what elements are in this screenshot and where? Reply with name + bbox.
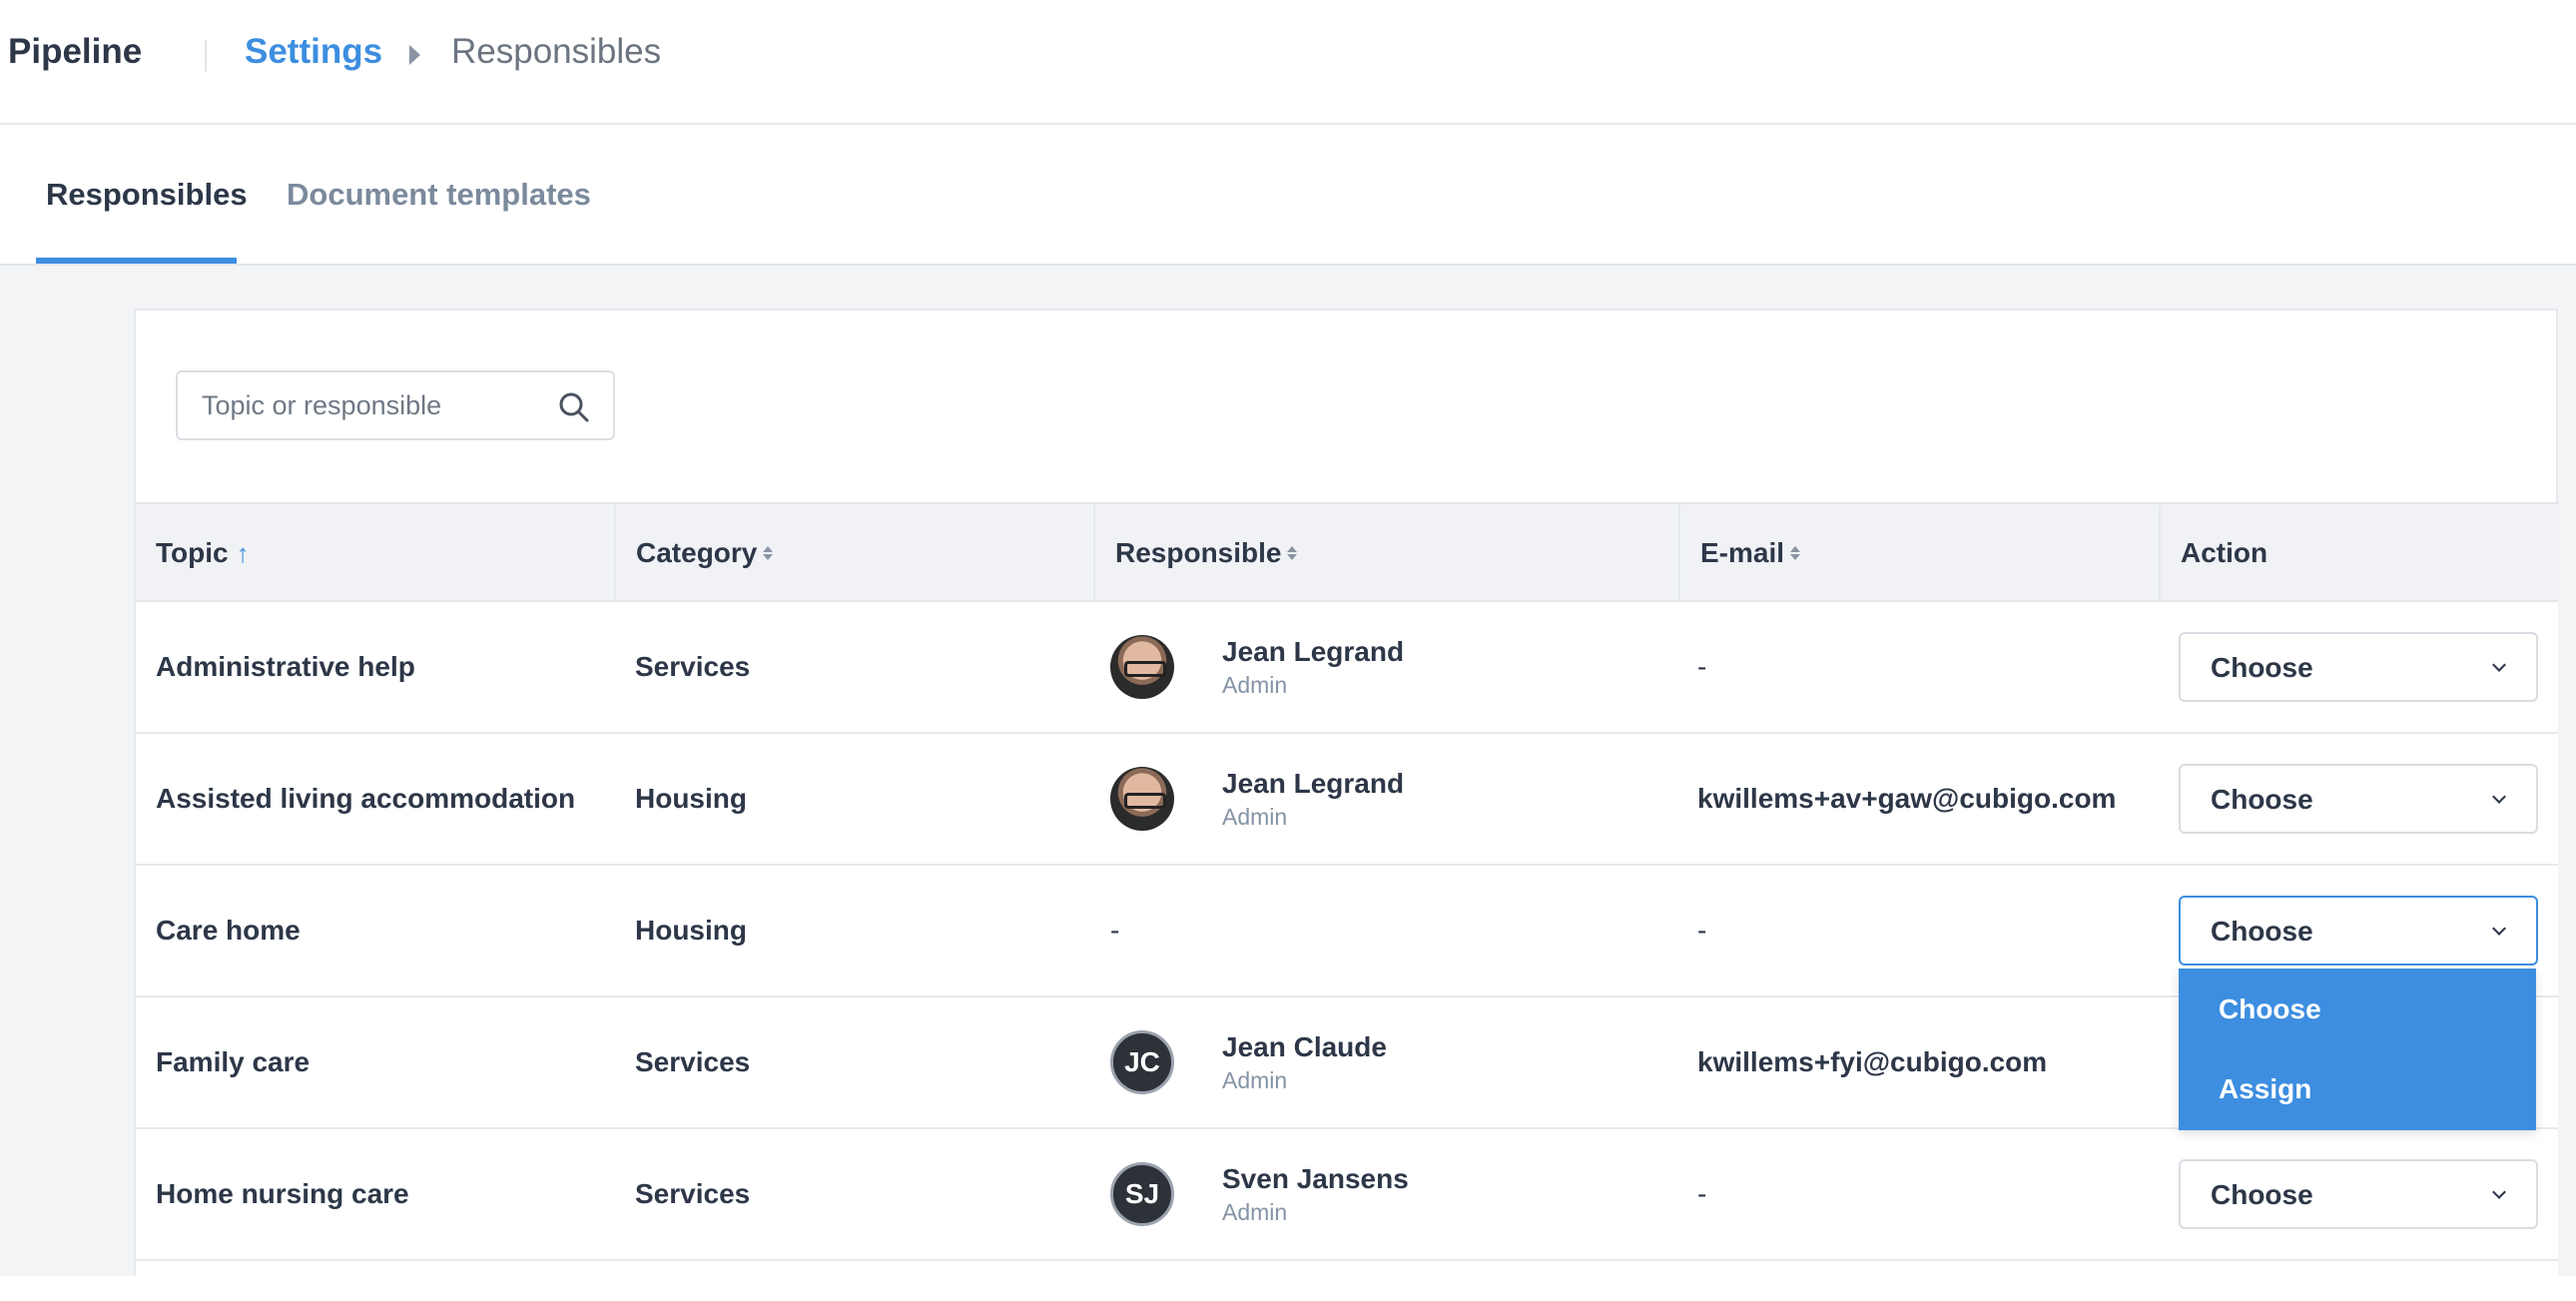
topic-cell: Home nursing care xyxy=(156,1178,409,1209)
email-cell: - xyxy=(1697,915,1707,946)
action-select[interactable]: Choose xyxy=(2179,632,2538,702)
dropdown-option-choose[interactable]: Choose xyxy=(2219,993,2321,1025)
avatar: SJ xyxy=(1110,1162,1174,1226)
column-header-email[interactable]: E-mail xyxy=(1680,504,2161,602)
action-select[interactable]: Choose xyxy=(2179,896,2538,966)
responsible-empty: - xyxy=(1110,915,1120,946)
chevron-down-icon xyxy=(2492,1185,2506,1199)
action-select-value: Choose xyxy=(2211,1179,2313,1210)
category-cell: Services xyxy=(635,1178,751,1209)
chevron-down-icon xyxy=(2492,658,2506,672)
action-cell: Choose xyxy=(2179,602,2538,732)
responsible-name: Jean Legrand xyxy=(1222,767,1405,799)
action-cell: Choose xyxy=(2179,1129,2538,1259)
chevron-down-icon xyxy=(2492,922,2506,936)
responsible-cell: JC Jean Claude Admin xyxy=(1110,997,1387,1127)
breadcrumb-current: Responsibles xyxy=(451,32,662,71)
email-cell: kwillems+av+gaw@cubigo.com xyxy=(1697,783,2117,814)
email-cell: - xyxy=(1697,651,1707,682)
tab-bar: Responsibles Document templates xyxy=(0,127,2576,266)
sort-icon xyxy=(1790,546,1801,560)
search-icon[interactable] xyxy=(557,390,591,424)
action-select-value: Choose xyxy=(2211,916,2313,947)
column-header-topic[interactable]: Topic ↑ xyxy=(136,504,616,602)
responsible-cell: Jean Legrand Admin xyxy=(1110,734,1404,864)
search-input[interactable] xyxy=(202,372,541,438)
responsible-cell: - xyxy=(1110,866,1119,995)
app-name: Pipeline xyxy=(8,32,143,71)
responsible-name: Jean Legrand xyxy=(1222,635,1405,667)
column-header-label: Topic xyxy=(156,537,229,568)
topic-cell: Administrative help xyxy=(156,651,415,682)
responsible-role: Admin xyxy=(1222,671,1288,698)
table-row: Administrative help Services Jean Legran… xyxy=(136,602,2558,734)
column-header-responsible[interactable]: Responsible xyxy=(1095,504,1680,602)
tab-document-templates[interactable]: Document templates xyxy=(287,177,591,213)
header-divider xyxy=(205,40,207,72)
avatar: JC xyxy=(1110,1030,1174,1094)
email-cell: - xyxy=(1697,1178,1707,1209)
sort-ascending-icon: ↑ xyxy=(236,537,250,568)
responsible-role: Admin xyxy=(1222,803,1288,830)
responsible-role: Admin xyxy=(1222,1066,1288,1093)
table-header: Topic ↑ Category Responsible E-mail Acti… xyxy=(136,502,2558,602)
responsible-name: Jean Claude xyxy=(1222,1030,1387,1062)
responsible-name: Sven Jansens xyxy=(1222,1162,1409,1194)
dropdown-option-assign[interactable]: Assign xyxy=(2219,1073,2311,1105)
category-cell: Services xyxy=(635,1046,751,1077)
responsibles-card: Topic ↑ Category Responsible E-mail Acti… xyxy=(134,309,2558,1301)
breadcrumb-settings-link[interactable]: Settings xyxy=(245,32,382,72)
table-row xyxy=(136,1261,2558,1301)
topic-cell: Care home xyxy=(156,915,301,946)
tab-responsibles[interactable]: Responsibles xyxy=(46,177,248,213)
column-header-label: Responsible xyxy=(1115,537,1282,568)
breadcrumb-caret-icon xyxy=(409,45,420,65)
topic-cell: Family care xyxy=(156,1046,311,1077)
action-select[interactable]: Choose xyxy=(2179,764,2538,834)
action-select-value: Choose xyxy=(2211,652,2313,683)
topic-cell: Assisted living accommodation xyxy=(156,783,576,814)
top-bar: Pipeline Settings Responsibles xyxy=(0,0,2576,125)
responsible-role: Admin xyxy=(1222,1198,1288,1225)
avatar xyxy=(1110,635,1174,699)
column-header-label: E-mail xyxy=(1700,537,1785,568)
column-header-label: Category xyxy=(636,537,758,568)
responsible-cell: SJ Sven Jansens Admin xyxy=(1110,1129,1409,1259)
responsible-cell: Jean Legrand Admin xyxy=(1110,602,1404,732)
search-box xyxy=(176,370,615,440)
category-cell: Services xyxy=(635,651,751,682)
chevron-down-icon xyxy=(2492,790,2506,804)
active-tab-indicator xyxy=(36,258,237,264)
action-select-value: Choose xyxy=(2211,784,2313,815)
email-cell: kwillems+fyi@cubigo.com xyxy=(1697,1046,2048,1077)
sort-icon xyxy=(763,546,774,560)
column-header-label: Action xyxy=(2181,537,2268,568)
action-cell: Choose xyxy=(2179,734,2538,864)
sort-icon xyxy=(1287,546,1298,560)
category-cell: Housing xyxy=(635,783,747,814)
table-row: Assisted living accommodation Housing Je… xyxy=(136,734,2558,866)
column-header-action: Action xyxy=(2161,504,2558,602)
action-dropdown-menu: Choose Assign xyxy=(2179,969,2536,1130)
category-cell: Housing xyxy=(635,915,747,946)
table-row: Home nursing care Services SJ Sven Janse… xyxy=(136,1129,2558,1261)
avatar xyxy=(1110,767,1174,831)
action-select[interactable]: Choose xyxy=(2179,1159,2538,1229)
column-header-category[interactable]: Category xyxy=(616,504,1095,602)
